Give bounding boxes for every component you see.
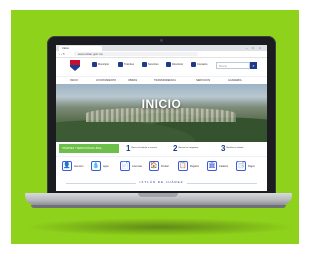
laptop-lid: Inicio – □ × ‹ › ↻ www.ixtlan.gob.mx Mun… [47,36,276,194]
maximize-icon[interactable]: □ [252,46,254,50]
water-drop-icon: 💧 [91,161,101,171]
house-icon: 🏠 [149,161,159,171]
quick-item-predial[interactable]: 🏠 Predial [149,161,177,171]
nav-item-academia[interactable]: ACADEMIA [228,77,242,84]
url-field[interactable]: www.ixtlan.gob.mx [74,52,198,56]
municipal-shield-logo[interactable] [70,60,80,71]
step-3[interactable]: 3 Realiza tu trámite [221,144,256,153]
quick-item-licencias[interactable]: 📄 Licencias [120,161,148,171]
address-bar: ‹ › ↻ www.ixtlan.gob.mx [56,51,267,58]
services-icon [142,62,147,67]
nav-item-inicio[interactable]: INICIO [70,77,78,84]
building-icon [92,62,97,67]
header-link-municipio[interactable]: Municipio [92,62,109,67]
footer-slogan: IXTLÁN DE JUÁREZ [56,180,267,184]
browser-nav-icons[interactable]: ‹ › ↻ [59,51,65,57]
nav-item-servicios[interactable]: SERVICIOS [196,77,210,84]
header-link-tramites[interactable]: Trámites [118,62,134,67]
person-icon: 👤 [62,161,72,171]
step-1[interactable]: 1 Busca el trámite o servicio [126,144,161,153]
mail-icon [191,62,196,67]
search-icon[interactable]: ⌕ [250,62,257,69]
close-icon[interactable]: × [259,46,261,50]
quick-item-pagos[interactable]: 📑 Pagos [236,161,264,171]
nav-item-ayuntamiento[interactable]: AYUNTAMIENTO [96,77,116,84]
document-icon: 📄 [120,161,130,171]
search-input[interactable]: Buscar [216,62,250,69]
step-2[interactable]: 2 Revisa los requisitos [173,144,208,153]
quick-item-catastro[interactable]: 🏛 Catastro [207,161,235,171]
webcam-icon [160,39,163,42]
quick-item-registro[interactable]: 📋 Registro [178,161,206,171]
phone-icon [166,62,171,67]
steps-strip: TRÁMITES Y SERVICIOS EN LÍNEA 1 Busca el… [56,142,267,155]
hero-title: INICIO [141,97,182,111]
header-link-directorio[interactable]: Directorio [166,62,183,67]
nav-item-transparencia[interactable]: TRANSPARENCIA [154,77,176,84]
clipboard-icon: 📋 [178,161,188,171]
header-link-contacto[interactable]: Contacto [191,62,207,67]
nav-item-obras[interactable]: OBRAS [128,77,137,84]
laptop-screen: Inicio – □ × ‹ › ↻ www.ixtlan.gob.mx Mun… [56,45,267,191]
hero-banner: INICIO [56,84,267,142]
steps-banner: TRÁMITES Y SERVICIOS EN LÍNEA [59,144,119,153]
laptop-base-edge [31,205,286,208]
laptop-base [25,193,292,205]
quick-access: 👤 Atención 💧 Agua 📄 Licencias 🏠 Predial … [56,156,267,179]
quick-item-agua[interactable]: 💧 Agua [91,161,119,171]
payment-document-icon: 📑 [236,161,246,171]
header-link-servicios[interactable]: Servicios [142,62,159,67]
laptop-shadow [24,218,296,236]
laptop-opening-notch [138,193,178,197]
quick-item-atencion[interactable]: 👤 Atención [62,161,90,171]
document-icon [118,62,123,67]
government-building-icon: 🏛 [207,161,217,171]
minimize-icon[interactable]: – [246,46,248,50]
site-header: Municipio Trámites Servicios Directorio … [56,58,267,74]
